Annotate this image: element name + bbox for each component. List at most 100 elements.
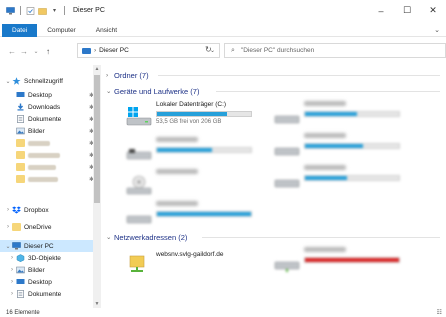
content-area: › Ordner (7) ⌄ Geräte und Laufwerke (7) … xyxy=(106,65,446,308)
expand-ribbon-icon[interactable]: ⌄ xyxy=(434,26,440,34)
group-title: Geräte und Laufwerke (7) xyxy=(114,86,200,96)
sidebar-item-desktop[interactable]: Desktop ✱ xyxy=(0,89,96,101)
this-pc-icon xyxy=(12,242,21,250)
tab-ansicht[interactable]: Ansicht xyxy=(86,24,127,37)
network-drive-icon xyxy=(274,253,300,273)
drive-item[interactable] xyxy=(126,137,266,169)
chevron-right-icon[interactable]: › xyxy=(8,267,16,273)
sidebar-item-bilder[interactable]: Bilder ✱ xyxy=(0,125,96,137)
sidebar-item-3d-objekte[interactable]: › 3D-Objekte xyxy=(0,252,96,264)
title-bar: ▾ Dieser PC – ☐ ✕ xyxy=(0,0,446,21)
dvd-drive-icon xyxy=(126,175,152,195)
navigation-bar: ← → ⌄ ↑ › Dieser PC ⌄ ↻ ⌕ "Dieser PC" du… xyxy=(0,41,446,61)
sidebar-item-bilder-pc[interactable]: › Bilder xyxy=(0,264,96,276)
sidebar-item-folder[interactable]: ✱ xyxy=(0,137,96,149)
properties-icon[interactable] xyxy=(26,6,35,15)
sidebar-item-label: Dokumente xyxy=(28,290,62,298)
back-button[interactable]: ← xyxy=(6,47,18,56)
refresh-button[interactable]: ↻ xyxy=(205,45,212,54)
tab-computer[interactable]: Computer xyxy=(37,24,86,37)
chevron-right-icon[interactable]: › xyxy=(4,207,12,213)
sidebar-item-this-pc[interactable]: ⌄ Dieser PC xyxy=(0,240,96,252)
sidebar-item-dokumente-pc[interactable]: › Dokumente xyxy=(0,288,96,300)
sidebar-item-label: Desktop xyxy=(28,278,52,286)
new-folder-icon[interactable] xyxy=(38,7,47,15)
tab-datei[interactable]: Datei xyxy=(2,23,38,37)
forward-button[interactable]: → xyxy=(18,47,30,56)
drive-item[interactable] xyxy=(274,133,414,165)
scroll-down-icon[interactable]: ▼ xyxy=(93,301,101,307)
address-crumb-dieser-pc[interactable]: Dieser PC xyxy=(99,47,129,54)
blurred-label xyxy=(28,140,50,146)
drive-local-c[interactable]: Lokaler Datenträger (C:) 53,5 GB frei vo… xyxy=(126,101,266,133)
search-input[interactable]: ⌕ "Dieser PC" durchsuchen xyxy=(224,43,446,58)
drive-item[interactable] xyxy=(126,169,266,201)
sidebar-item-folder[interactable]: ✱ xyxy=(0,161,96,173)
sidebar-item-label: Dropbox xyxy=(24,206,49,214)
star-icon xyxy=(12,77,21,85)
chevron-right-icon[interactable]: › xyxy=(8,291,16,297)
sidebar-item-label: Bilder xyxy=(28,127,45,135)
scrollbar-thumb[interactable] xyxy=(94,75,100,203)
chevron-right-icon[interactable]: › xyxy=(106,72,114,79)
network-location-name: websnv.svlg-gaildorf.de xyxy=(156,251,224,258)
sidebar-item-label: Schnellzugriff xyxy=(24,77,63,85)
status-bar: 16 Elemente ☷ xyxy=(0,308,446,317)
dropbox-icon xyxy=(12,206,21,214)
sidebar-item-label: Bilder xyxy=(28,266,45,274)
chevron-right-icon[interactable]: › xyxy=(8,255,16,261)
navigation-pane-scrollbar[interactable]: ▲ ▼ xyxy=(93,65,101,308)
drive-name: Lokaler Datenträger (C:) xyxy=(156,101,227,108)
folder-icon xyxy=(16,175,25,183)
chevron-right-icon[interactable]: › xyxy=(8,279,16,285)
pictures-icon xyxy=(16,266,25,274)
chevron-down-icon[interactable]: ⌄ xyxy=(4,243,12,250)
sidebar-item-downloads[interactable]: Downloads ✱ xyxy=(0,101,96,113)
blurred-label xyxy=(28,152,60,158)
quick-access-toolbar-dropdown-icon[interactable]: ▾ xyxy=(50,7,59,15)
sidebar-item-dokumente[interactable]: Dokumente ✱ xyxy=(0,113,96,125)
sidebar-item-quick-access[interactable]: ⌄ Schnellzugriff xyxy=(0,75,96,87)
chevron-down-icon[interactable]: ⌄ xyxy=(4,78,12,85)
sidebar-item-folder[interactable]: ✱ xyxy=(0,173,96,185)
up-button[interactable]: ↑ xyxy=(42,47,54,56)
folder-icon xyxy=(12,223,21,231)
hard-drive-icon xyxy=(274,107,300,127)
window-title: Dieser PC xyxy=(73,7,105,14)
details-view-icon[interactable]: ☷ xyxy=(437,309,442,316)
this-pc-icon[interactable] xyxy=(6,6,15,15)
folder-icon xyxy=(16,151,25,159)
group-header-devices[interactable]: ⌄ Geräte und Laufwerke (7) xyxy=(106,85,440,97)
sidebar-item-folder[interactable]: ✱ xyxy=(0,149,96,161)
blurred-label xyxy=(28,164,56,170)
address-bar[interactable]: › Dieser PC ⌄ xyxy=(77,43,220,58)
drive-item[interactable] xyxy=(274,165,414,197)
minimize-button[interactable]: – xyxy=(368,0,394,21)
recent-locations-dropdown[interactable]: ⌄ xyxy=(30,48,42,55)
this-pc-icon xyxy=(82,47,91,54)
chevron-down-icon[interactable]: ⌄ xyxy=(106,87,114,95)
search-placeholder: "Dieser PC" durchsuchen xyxy=(240,47,315,54)
group-header-network[interactable]: ⌄ Netzwerkadressen (2) xyxy=(106,231,440,243)
3d-objects-icon xyxy=(16,254,25,262)
hard-drive-icon xyxy=(126,207,152,227)
group-header-folders[interactable]: › Ordner (7) xyxy=(106,69,440,81)
network-location-item[interactable]: websnv.svlg-gaildorf.de xyxy=(126,247,266,279)
sidebar-item-desktop-pc[interactable]: › Desktop xyxy=(0,276,96,288)
desktop-icon xyxy=(16,278,25,286)
sidebar-item-dropbox[interactable]: › Dropbox xyxy=(0,204,96,216)
close-button[interactable]: ✕ xyxy=(420,0,446,21)
sidebar-item-label: OneDrive xyxy=(24,223,52,231)
pictures-icon xyxy=(16,127,25,135)
network-drive-item[interactable] xyxy=(274,247,414,279)
blurred-label xyxy=(28,176,58,182)
drive-item[interactable] xyxy=(274,101,414,133)
sidebar-item-label: Dieser PC xyxy=(24,242,54,250)
chevron-right-icon[interactable]: › xyxy=(4,224,12,230)
navigation-pane: ⌄ Schnellzugriff Desktop ✱ Downloads ✱ D… xyxy=(0,65,104,308)
sidebar-item-onedrive[interactable]: › OneDrive xyxy=(0,221,96,233)
scroll-up-icon[interactable]: ▲ xyxy=(93,66,101,72)
drive-item[interactable] xyxy=(126,201,266,233)
maximize-button[interactable]: ☐ xyxy=(394,0,420,21)
chevron-down-icon[interactable]: ⌄ xyxy=(106,233,114,241)
